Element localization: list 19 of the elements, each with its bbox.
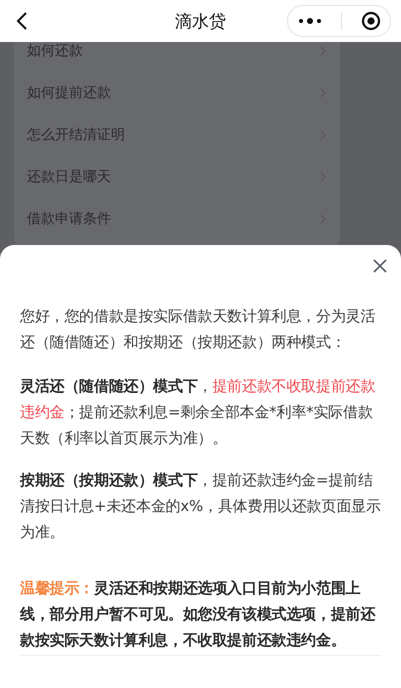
faq-item[interactable]: 如何提前还款: [14, 72, 340, 114]
chevron-icon: [320, 130, 326, 140]
page-title: 滴水贷: [175, 10, 226, 32]
faq-item[interactable]: 如何还款: [14, 42, 340, 72]
faq-item[interactable]: 怎么开结清证明: [14, 114, 340, 156]
paragraph: 灵活还（随借随还）模式下，提前还款不收取提前还款违约金；提前还款利息=剩余全部本金*利率*实际借款天数（利率以首页展示为准）。: [20, 376, 376, 449]
faq-item[interactable]: 还款日是哪天: [14, 156, 340, 198]
chevron-icon: [320, 214, 326, 224]
paragraph: 您好，您的借款是按实际借款天数计算利息，分为灵活还（随借随还）和按期还（按期还款）两种模式：: [20, 306, 376, 353]
chevron-icon: [320, 172, 326, 182]
target-icon[interactable]: [360, 11, 380, 31]
paragraph: 温馨提示：灵活还和按期还选项入口目前为小范围上线，部分用户暂不可见。如您没有该模式选项，提前还款按实际天数计算利息，不收取提前还款违约金。: [20, 578, 376, 651]
faq-item[interactable]: 借款申请条件: [14, 198, 340, 240]
chevron-icon: [320, 46, 326, 56]
chevron-icon: [320, 88, 326, 98]
paragraph: 按期还（按期还款）模式下，提前还款违约金=提前结清按日计息+未还本金的x%，具体费用以还款页面显示为准。: [20, 470, 382, 543]
more-icon[interactable]: [298, 17, 322, 25]
close-icon[interactable]: [373, 259, 387, 273]
back-icon[interactable]: [16, 11, 28, 31]
